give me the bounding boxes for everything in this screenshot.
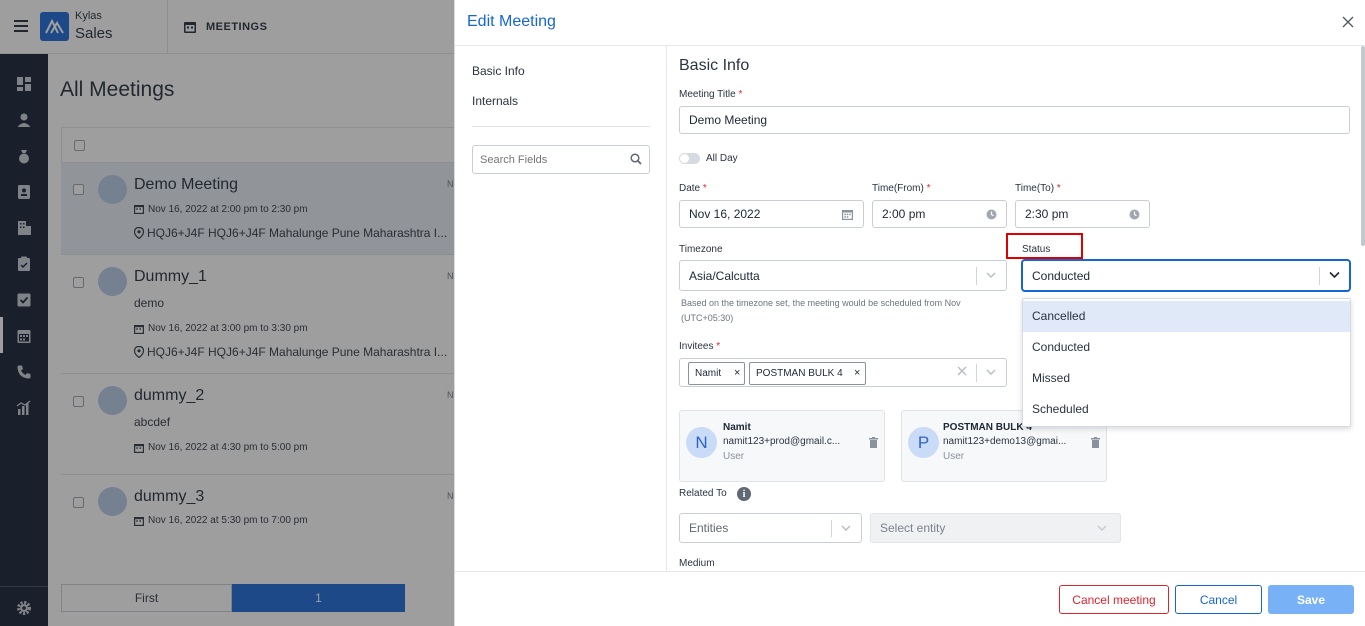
status-value: Conducted [1032,268,1091,283]
nav-separator [666,46,667,571]
timezone-note: Based on the timezone set, the meeting w… [681,298,961,308]
invitee-role: User [943,451,965,462]
close-icon[interactable] [1342,16,1354,28]
avatar: P [908,427,939,458]
status-select[interactable]: Conducted [1022,260,1350,291]
clock-icon[interactable] [986,209,997,220]
header-divider [455,45,1365,46]
status-option-conducted[interactable]: Conducted [1023,332,1350,363]
time-to-value: 2:30 pm [1025,207,1069,221]
modal-title: Edit Meeting [467,13,556,30]
save-button[interactable]: Save [1268,585,1354,614]
invitee-email: namit123+prod@gmail.c... [723,436,841,447]
time-from-input[interactable]: 2:00 pm [872,200,1007,228]
invitee-card: N Namit namit123+prod@gmail.c... User [679,410,885,482]
invitee-name: Namit [723,422,751,433]
entities-select[interactable]: Entities [679,513,862,543]
calendar-icon[interactable] [842,209,853,220]
select-separator [1319,267,1320,285]
invitee-email: namit123+demo13@gmai... [943,436,1067,447]
delete-trash-icon[interactable] [1091,437,1100,448]
info-icon[interactable]: i [737,487,751,501]
chevron-down-icon[interactable] [1329,271,1340,279]
timezone-note-utc: (UTC+05:30) [681,313,734,323]
invitees-label: Invitees * [679,341,721,352]
nav-basic-info[interactable]: Basic Info [472,64,525,78]
status-dropdown-menu: Cancelled Conducted Missed Scheduled [1022,298,1351,427]
avatar: N [686,427,717,458]
medium-label: Medium [679,558,715,569]
meeting-title-value: Demo Meeting [689,113,768,127]
invitee-role: User [723,451,745,462]
date-input[interactable]: Nov 16, 2022 [679,200,864,228]
clear-icon[interactable] [957,366,967,376]
status-option-missed[interactable]: Missed [1023,363,1350,394]
search-fields-box [472,145,650,174]
meeting-title-label: Meeting Title * [679,89,743,100]
select-separator [976,364,977,382]
toggle-knob [680,154,689,163]
select-entity-select[interactable]: Select entity [870,513,1121,543]
select-separator [831,520,832,537]
cancel-meeting-button[interactable]: Cancel meeting [1059,585,1169,614]
search-fields-input[interactable] [473,146,623,173]
scrollbar-thumb[interactable] [1361,46,1365,246]
all-day-toggle[interactable] [679,153,700,164]
status-option-scheduled[interactable]: Scheduled [1023,394,1350,425]
date-value: Nov 16, 2022 [689,207,761,221]
invitee-chip-label: POSTMAN BULK 4 [756,368,843,379]
invitee-name: POSTMAN BULK 4 [943,422,1032,433]
remove-chip-icon[interactable]: × [734,367,740,379]
select-separator [976,267,977,285]
modal-footer: Cancel meeting Cancel Save [455,571,1365,626]
search-icon[interactable] [630,153,642,165]
time-from-label: Time(From) * [872,183,931,194]
invitee-chip: POSTMAN BULK 4 × [749,362,866,385]
chevron-down-icon[interactable] [986,369,996,376]
chevron-down-icon[interactable] [841,525,851,532]
time-to-input[interactable]: 2:30 pm [1015,200,1150,228]
timezone-select[interactable]: Asia/Calcutta [679,260,1007,291]
entities-placeholder: Entities [689,521,729,535]
related-to-label: Related To [679,488,727,499]
all-day-label: All Day [706,153,738,164]
meeting-title-input[interactable]: Demo Meeting [679,106,1350,134]
section-title: Basic Info [679,57,750,74]
remove-chip-icon[interactable]: × [854,367,860,379]
chevron-down-icon[interactable] [1097,525,1107,532]
timezone-label: Timezone [679,244,723,255]
status-label: Status [1022,244,1051,255]
invitees-select[interactable]: Namit × POSTMAN BULK 4 × [679,358,1007,387]
time-to-label: Time(To) * [1015,183,1061,194]
chevron-down-icon[interactable] [986,272,996,279]
select-entity-placeholder: Select entity [880,521,946,535]
delete-trash-icon[interactable] [869,437,878,448]
invitee-chip: Namit × [688,362,745,385]
time-from-value: 2:00 pm [882,207,926,221]
edit-meeting-modal: Edit Meeting Basic Info Internals Basic … [454,0,1365,626]
date-label: Date * [679,183,707,194]
clock-icon[interactable] [1129,209,1140,220]
invitee-chip-label: Namit [695,368,722,379]
nav-divider [472,126,650,127]
timezone-value: Asia/Calcutta [689,268,760,283]
status-option-cancelled[interactable]: Cancelled [1023,301,1350,332]
modal-backdrop[interactable] [0,0,454,626]
nav-internals[interactable]: Internals [472,94,518,108]
cancel-button[interactable]: Cancel [1175,585,1262,614]
